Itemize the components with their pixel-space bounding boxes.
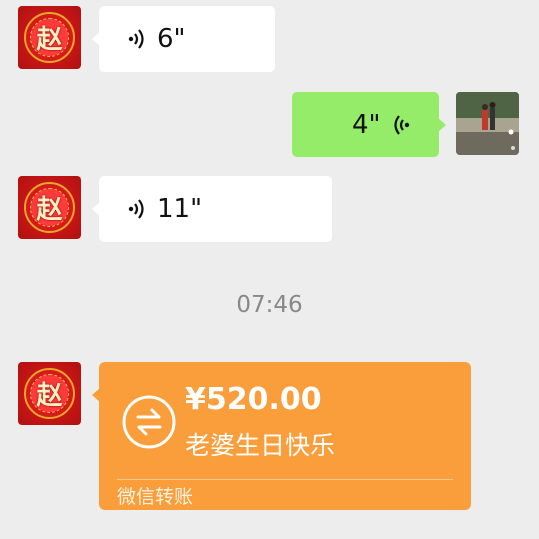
voice-message-bubble[interactable]: 11" [92, 176, 332, 242]
self-avatar[interactable] [456, 92, 519, 155]
contact-avatar[interactable]: 赵 [18, 176, 81, 239]
transfer-label: 微信转账 [117, 486, 194, 508]
voice-wave-icon [393, 114, 409, 135]
chat-timestamp: 07:46 [236, 292, 303, 318]
transfer-amount: ¥520.00 [185, 382, 322, 417]
avatar-glyph: 赵 [36, 195, 63, 225]
voice-message-bubble[interactable]: 6" [92, 6, 275, 72]
transfer-note: 老婆生日快乐 [185, 431, 336, 460]
self-avatar-photo [456, 92, 519, 155]
voice-duration: 4" [352, 109, 381, 140]
transfer-arrows-icon [122, 395, 176, 449]
contact-avatar[interactable]: 赵 [18, 362, 81, 425]
voice-wave-icon [128, 29, 144, 49]
contact-avatar[interactable]: 赵 [18, 6, 81, 69]
voice-duration: 6" [157, 24, 186, 54]
avatar-glyph: 赵 [36, 25, 63, 55]
avatar-glyph: 赵 [36, 381, 63, 411]
transfer-card[interactable]: ¥520.00 老婆生日快乐 微信转账 [92, 362, 471, 510]
voice-wave-icon [128, 199, 144, 219]
transfer-divider [117, 479, 453, 480]
voice-duration: 11" [157, 194, 203, 224]
voice-message-bubble[interactable]: 4" [292, 92, 446, 157]
